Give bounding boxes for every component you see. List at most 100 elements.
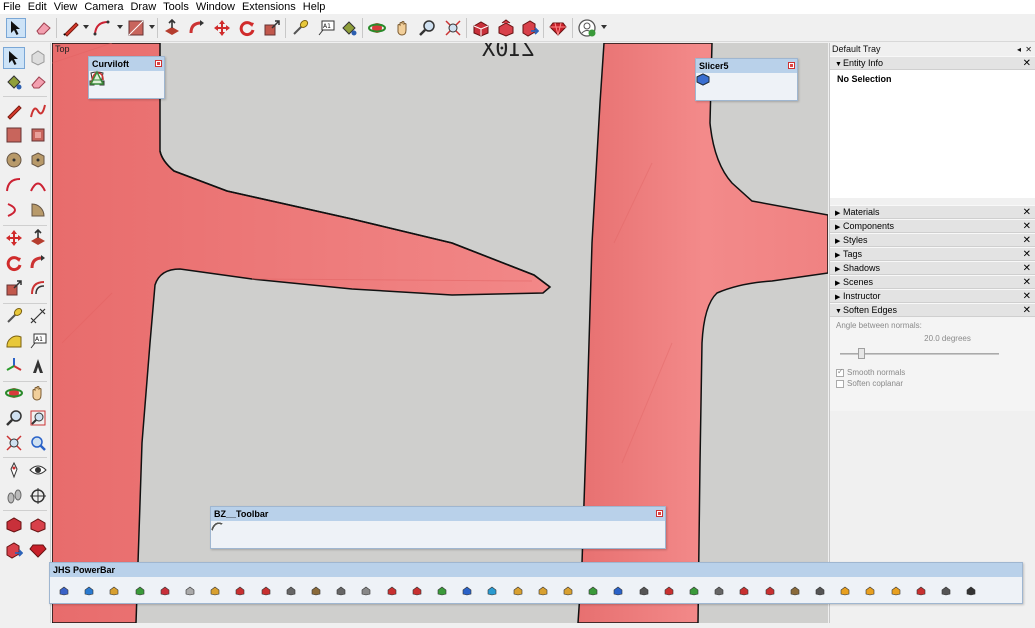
pin-icon[interactable]: ◂ bbox=[1017, 46, 1021, 54]
ruby-icon[interactable] bbox=[27, 539, 49, 561]
slider-thumb[interactable] bbox=[858, 348, 865, 359]
follow-me-icon[interactable] bbox=[187, 18, 207, 38]
look-around-icon[interactable] bbox=[27, 459, 49, 481]
slice-options-icon[interactable] bbox=[696, 73, 795, 95]
powerbar-tool-icon[interactable] bbox=[865, 586, 875, 596]
rotate-icon[interactable] bbox=[3, 252, 25, 274]
powerbar-tool-icon[interactable] bbox=[437, 586, 447, 596]
powerbar-tool-icon[interactable] bbox=[59, 586, 69, 596]
bezier-tool-icon[interactable] bbox=[211, 522, 485, 543]
pencil-line-icon[interactable] bbox=[61, 18, 81, 38]
powerbar-tool-icon[interactable] bbox=[739, 586, 749, 596]
menu-camera[interactable]: Camera bbox=[84, 0, 123, 14]
zoom-extents-icon[interactable] bbox=[3, 432, 25, 454]
powerbar-tool-icon[interactable] bbox=[336, 586, 346, 596]
menu-view[interactable]: View bbox=[54, 0, 78, 14]
chevron-down-icon[interactable] bbox=[83, 25, 89, 29]
powerbar-tool-icon[interactable] bbox=[563, 586, 573, 596]
bezier-tool-icon[interactable] bbox=[211, 522, 460, 543]
chevron-down-icon[interactable] bbox=[601, 25, 607, 29]
extension-warehouse-icon[interactable] bbox=[496, 18, 516, 38]
scale-icon[interactable] bbox=[262, 18, 282, 38]
rotate-icon[interactable] bbox=[237, 18, 257, 38]
dimension-icon[interactable] bbox=[27, 305, 49, 327]
powerbar-tool-icon[interactable] bbox=[235, 586, 245, 596]
powerbar-tool-icon[interactable] bbox=[966, 586, 976, 596]
arc-icon[interactable] bbox=[92, 18, 112, 38]
move-icon[interactable] bbox=[212, 18, 232, 38]
bezier-tool-icon[interactable] bbox=[211, 522, 310, 543]
powerbar-tool-icon[interactable] bbox=[185, 586, 195, 596]
eraser-icon[interactable] bbox=[27, 71, 49, 93]
follow-me-icon[interactable] bbox=[27, 252, 49, 274]
bezier-tool-icon[interactable] bbox=[211, 522, 590, 543]
powerbar-tool-icon[interactable] bbox=[689, 586, 699, 596]
panel-entity-info[interactable]: ▼Entity Info ✕ bbox=[830, 56, 1035, 70]
3d-text-icon[interactable] bbox=[27, 355, 49, 377]
powerbar-tool-icon[interactable] bbox=[412, 586, 422, 596]
ruby-console-icon[interactable] bbox=[548, 18, 568, 38]
bezier-tool-icon[interactable] bbox=[211, 522, 410, 543]
panel-materials[interactable]: ▶ Materials ✕ bbox=[830, 205, 1035, 219]
powerbar-tool-icon[interactable] bbox=[941, 586, 951, 596]
close-icon[interactable] bbox=[656, 510, 663, 517]
pan-hand-icon[interactable] bbox=[393, 18, 413, 38]
powerbar-tool-icon[interactable] bbox=[588, 586, 598, 596]
powerbar-tool-icon[interactable] bbox=[840, 586, 850, 596]
position-camera-icon[interactable] bbox=[3, 459, 25, 481]
soften-coplanar-checkbox[interactable] bbox=[836, 379, 844, 388]
two-point-arc-icon[interactable] bbox=[27, 174, 49, 196]
powerbar-tool-icon[interactable] bbox=[261, 586, 271, 596]
text-icon[interactable]: A1 bbox=[27, 330, 49, 352]
push-pull-icon[interactable] bbox=[27, 227, 49, 249]
powerbar-tool-icon[interactable] bbox=[109, 586, 119, 596]
powerbar-tool-icon[interactable] bbox=[815, 586, 825, 596]
powerbar-tool-icon[interactable] bbox=[160, 586, 170, 596]
bezier-tool-icon[interactable] bbox=[211, 522, 360, 543]
powerbar-tool-icon[interactable] bbox=[361, 586, 371, 596]
panel-scenes[interactable]: ▶ Scenes ✕ bbox=[830, 275, 1035, 289]
push-pull-icon[interactable] bbox=[162, 18, 182, 38]
powerbar-tool-icon[interactable] bbox=[613, 586, 623, 596]
soften-coplanar-row[interactable]: Soften coplanar bbox=[836, 379, 1029, 388]
panel-styles[interactable]: ▶ Styles ✕ bbox=[830, 233, 1035, 247]
powerbar-tool-icon[interactable] bbox=[311, 586, 321, 596]
warehouse-icon[interactable] bbox=[3, 513, 25, 535]
warehouse-icon[interactable] bbox=[471, 18, 491, 38]
tape-measure-icon[interactable] bbox=[3, 305, 25, 327]
paint-bucket-icon[interactable] bbox=[3, 71, 25, 93]
walk-icon[interactable] bbox=[3, 485, 25, 507]
powerbar-tool-icon[interactable] bbox=[664, 586, 674, 596]
bezier-tool-icon[interactable] bbox=[211, 522, 640, 543]
powerbar-tool-icon[interactable] bbox=[765, 586, 775, 596]
model-viewport[interactable]: Top Z10X Curviloft Slicer5 BZ__Toolbar bbox=[52, 43, 828, 623]
chevron-down-icon[interactable] bbox=[149, 25, 155, 29]
share-model-icon[interactable] bbox=[520, 18, 540, 38]
tape-measure-icon[interactable] bbox=[290, 18, 310, 38]
protractor-icon[interactable] bbox=[3, 330, 25, 352]
smooth-normals-checkbox[interactable] bbox=[836, 367, 844, 377]
bezier-tool-icon[interactable] bbox=[211, 522, 510, 543]
rotated-rectangle-icon[interactable] bbox=[27, 124, 49, 146]
lasso-select-icon[interactable] bbox=[27, 47, 49, 69]
close-icon[interactable]: ✕ bbox=[1023, 220, 1031, 233]
powerbar-tool-icon[interactable] bbox=[714, 586, 724, 596]
eraser-icon[interactable] bbox=[33, 18, 53, 38]
powerbar-tool-icon[interactable] bbox=[286, 586, 296, 596]
loft-along-path-icon[interactable] bbox=[89, 70, 158, 93]
panel-tags[interactable]: ▶ Tags ✕ bbox=[830, 247, 1035, 261]
angle-slider[interactable] bbox=[836, 346, 1029, 362]
zoom-extents-icon[interactable] bbox=[443, 18, 463, 38]
powerbar-tool-icon[interactable] bbox=[891, 586, 901, 596]
freehand-icon[interactable] bbox=[27, 100, 49, 122]
powerbar-tool-icon[interactable] bbox=[387, 586, 397, 596]
powerbar-tool-icon[interactable] bbox=[135, 586, 145, 596]
profile-icon[interactable] bbox=[577, 18, 597, 38]
slice-z-icon[interactable] bbox=[696, 73, 770, 95]
bezier-tool-icon[interactable] bbox=[211, 522, 260, 543]
pan-hand-icon[interactable] bbox=[27, 382, 49, 404]
close-icon[interactable]: ✕ bbox=[1023, 290, 1031, 303]
offset-icon[interactable] bbox=[27, 277, 49, 299]
panel-soften-edges[interactable]: ▼Soften Edges ✕ bbox=[830, 303, 1035, 317]
share-model-icon[interactable] bbox=[3, 539, 25, 561]
